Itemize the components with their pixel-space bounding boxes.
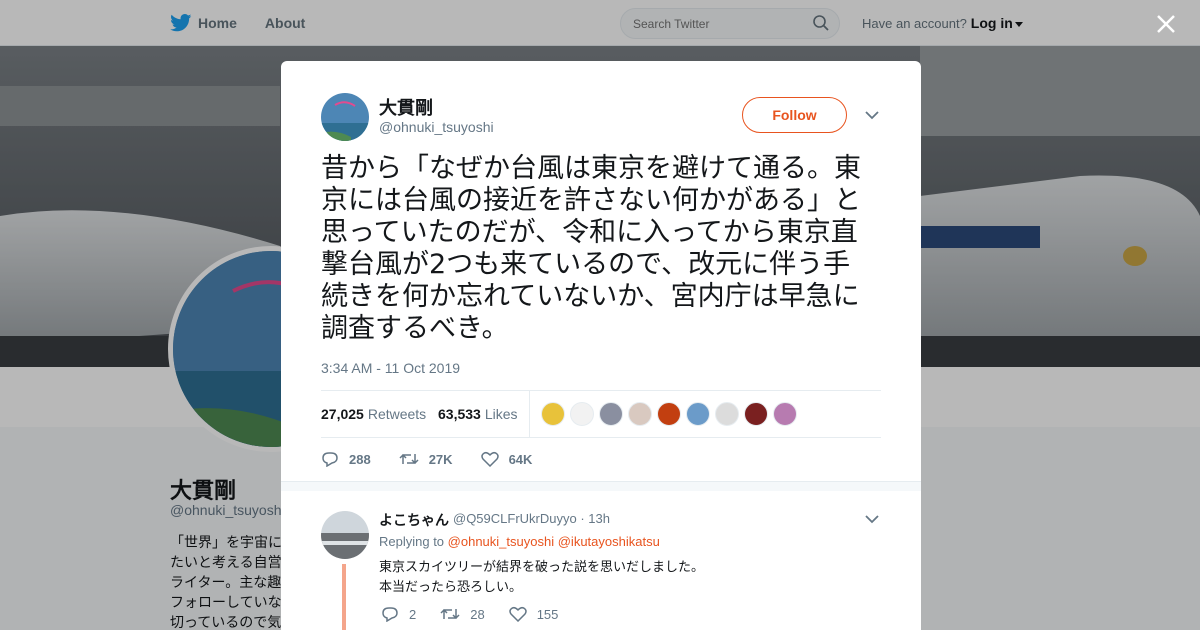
like-action[interactable]: 155 bbox=[508, 606, 559, 622]
retweet-icon bbox=[440, 608, 460, 620]
heart-icon bbox=[480, 451, 499, 467]
reply-author-meta[interactable]: @Q59CLFrUkrDuyyo · 13h bbox=[453, 511, 610, 526]
follow-button[interactable]: Follow bbox=[742, 97, 847, 133]
retweet-count: 27K bbox=[428, 451, 453, 467]
liker-avatar[interactable] bbox=[744, 402, 768, 426]
like-action[interactable]: 64K bbox=[480, 451, 533, 467]
tweet-modal: 大貫剛 @ohnuki_tsuyoshi Follow 昔から「なぜか台風は東京… bbox=[281, 61, 921, 630]
reply-text: 東京スカイツリーが結界を破った説を思いだしました。 本当だったら恐ろしい。 bbox=[379, 558, 704, 598]
tweet-text-line: 撃台風が2つも来ているので、改元に伴う手 bbox=[321, 249, 851, 280]
thread-line bbox=[342, 564, 346, 630]
tweet-actions: 288 27K 64K bbox=[321, 449, 560, 469]
retweets-label: Retweets bbox=[367, 406, 427, 422]
likes-label: Likes bbox=[484, 406, 518, 422]
liker-avatar[interactable] bbox=[541, 402, 565, 426]
close-icon[interactable] bbox=[1155, 13, 1177, 35]
reply-author-avatar[interactable] bbox=[321, 511, 369, 559]
tweet-text-line: 調査するべき。 bbox=[321, 313, 509, 344]
retweet-icon bbox=[399, 453, 419, 465]
tweet-author-name[interactable]: 大貫剛 bbox=[379, 94, 433, 120]
replying-to-label: Replying to bbox=[379, 534, 445, 549]
chevron-down-icon[interactable] bbox=[865, 110, 879, 120]
stats-divider bbox=[529, 391, 530, 437]
like-count: 64K bbox=[508, 451, 533, 467]
replying-to: Replying to @ohnuki_tsuyoshi @ikutayoshi… bbox=[379, 534, 660, 549]
tweet-text-line: 昔から「なぜか台風は東京を避けて通る。東 bbox=[321, 153, 861, 184]
likes-stat[interactable]: 63,533 Likes bbox=[438, 406, 518, 422]
liker-avatar[interactable] bbox=[686, 402, 710, 426]
reply-text-line: 東京スカイツリーが結界を破った説を思いだしました。 bbox=[379, 560, 705, 575]
avatar-image bbox=[321, 511, 369, 559]
retweets-stat[interactable]: 27,025 Retweets bbox=[321, 406, 426, 422]
liker-avatar[interactable] bbox=[715, 402, 739, 426]
liker-avatar[interactable] bbox=[657, 402, 681, 426]
tweet-text-line: 京には台風の接近を許さない何かがある」と bbox=[321, 185, 861, 216]
likes-count: 63,533 bbox=[438, 406, 481, 422]
tweet-stats: 27,025 Retweets 63,533 Likes bbox=[321, 390, 881, 438]
liker-avatar[interactable] bbox=[599, 402, 623, 426]
retweet-count: 28 bbox=[470, 606, 485, 622]
liker-avatar[interactable] bbox=[570, 402, 594, 426]
tweet-author-avatar[interactable] bbox=[321, 93, 369, 141]
reply-icon bbox=[382, 607, 398, 622]
avatar-image bbox=[321, 93, 369, 141]
tweet-author-handle[interactable]: @ohnuki_tsuyoshi bbox=[379, 119, 494, 135]
liker-avatars bbox=[541, 402, 802, 426]
reply-author-name[interactable]: よこちゃん bbox=[379, 510, 449, 530]
tweet-timestamp[interactable]: 3:34 AM - 11 Oct 2019 bbox=[321, 360, 460, 376]
reply-count: 288 bbox=[349, 451, 371, 467]
reply-count: 2 bbox=[409, 606, 417, 622]
replies-separator bbox=[281, 481, 921, 491]
mention-link[interactable]: @ohnuki_tsuyoshi bbox=[448, 534, 554, 549]
liker-avatar[interactable] bbox=[773, 402, 797, 426]
retweets-count: 27,025 bbox=[321, 406, 364, 422]
reply-text-line: 本当だったら恐ろしい。 bbox=[379, 580, 523, 595]
retweet-action[interactable]: 28 bbox=[440, 606, 485, 622]
tweet-text: 昔から「なぜか台風は東京を避けて通る。東 京には台風の接近を許さない何かがある」… bbox=[321, 153, 891, 345]
like-count: 155 bbox=[536, 606, 559, 622]
tweet-text-line: 思っていたのだが、令和に入ってから東京直 bbox=[321, 217, 858, 248]
reply-icon bbox=[322, 452, 338, 467]
liker-avatar[interactable] bbox=[628, 402, 652, 426]
reply-action[interactable]: 2 bbox=[381, 606, 416, 622]
tweet-text-line: 続きを何か忘れていないか、宮内庁は早急に bbox=[321, 281, 860, 312]
reply-actions: 2 28 155 bbox=[381, 606, 582, 622]
retweet-action[interactable]: 27K bbox=[399, 451, 453, 467]
chevron-down-icon[interactable] bbox=[865, 514, 879, 524]
mention-link[interactable]: @ikutayoshikatsu bbox=[558, 534, 660, 549]
heart-icon bbox=[508, 606, 527, 622]
reply-action[interactable]: 288 bbox=[321, 451, 371, 467]
